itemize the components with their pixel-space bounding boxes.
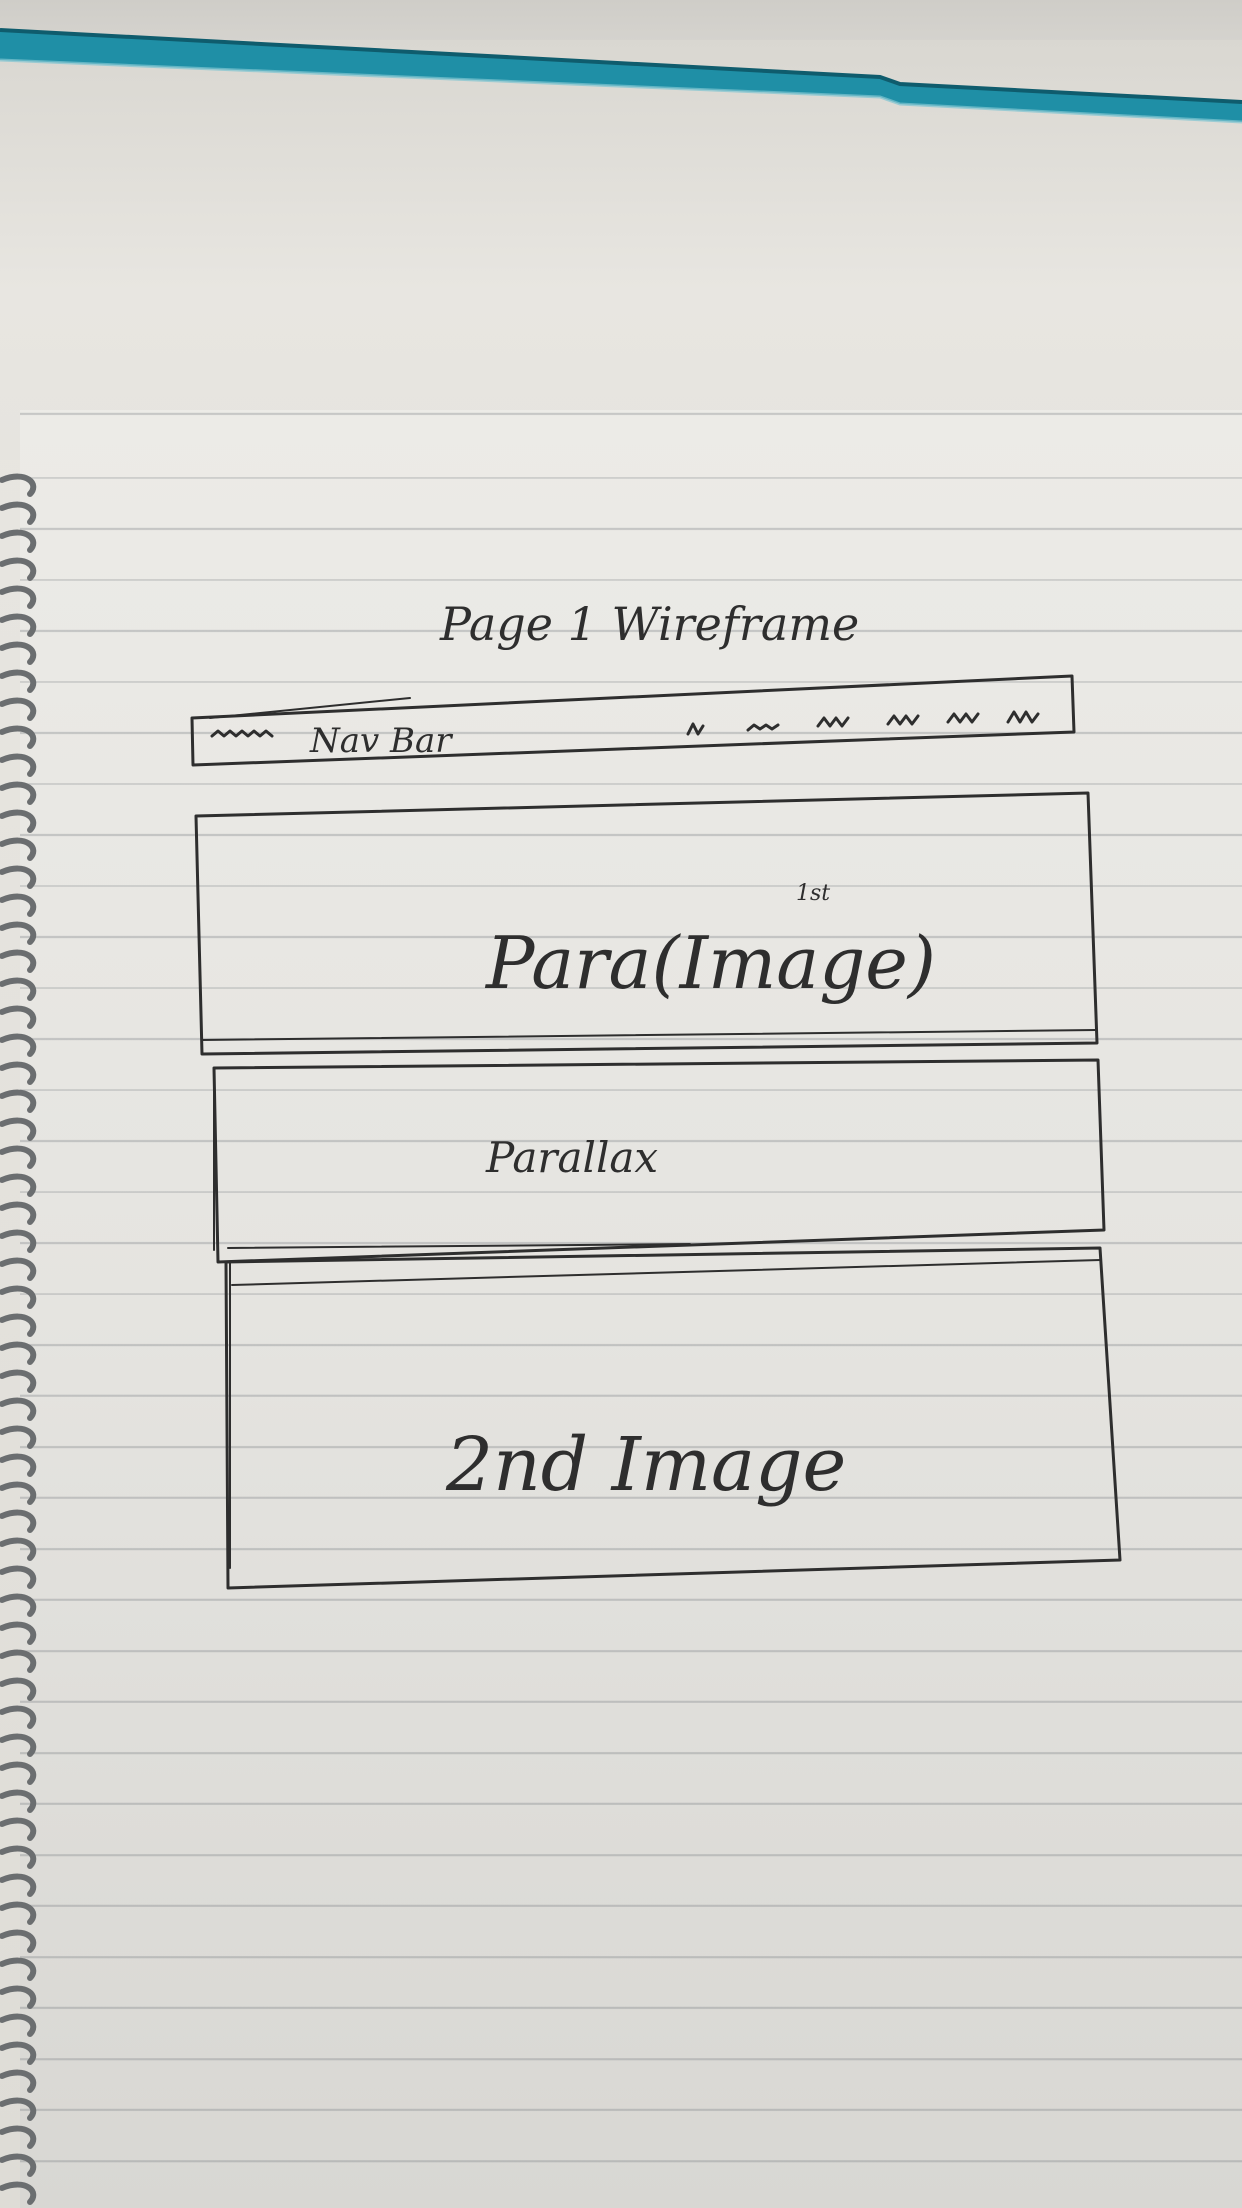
section3-label: 2nd Image bbox=[445, 1422, 846, 1508]
navbar-label: Nav Bar bbox=[309, 721, 453, 761]
section1-label: Para(Image) bbox=[484, 921, 936, 1005]
nav-link-squiggles bbox=[686, 710, 1040, 736]
section3-box bbox=[224, 1246, 1122, 1590]
section2-box bbox=[212, 1058, 1106, 1264]
section2-label: Parallax bbox=[485, 1133, 658, 1182]
wireframe-title: Page 1 Wireframe bbox=[439, 597, 859, 651]
wireframe-sketch: Page 1 Wireframe Nav Bar Para(Image) 1st… bbox=[190, 597, 1122, 1590]
section1-note: 1st bbox=[796, 881, 830, 906]
